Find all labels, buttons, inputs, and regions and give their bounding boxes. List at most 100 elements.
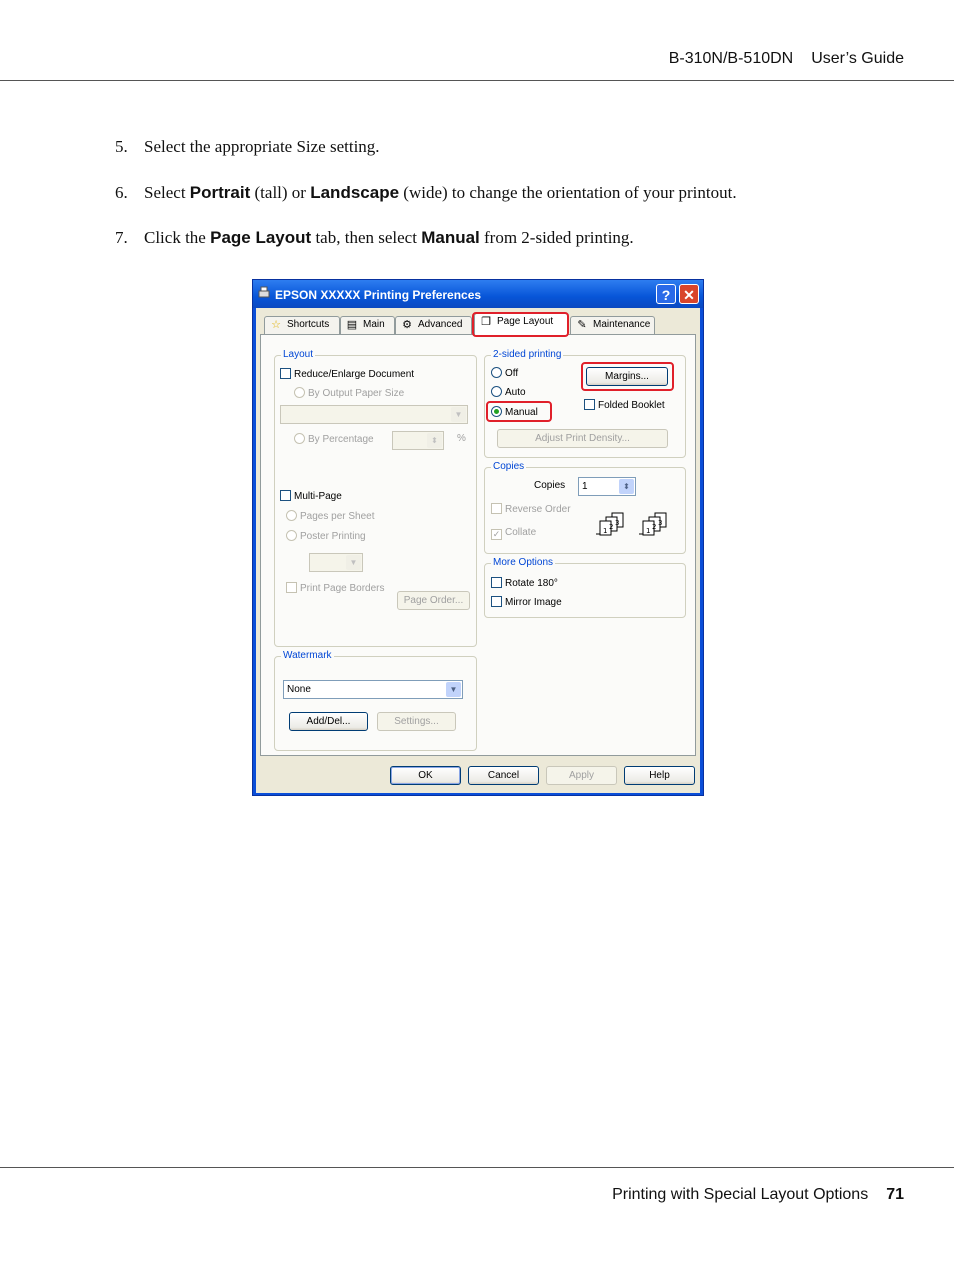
output-paper-select[interactable]: ▼	[280, 405, 468, 424]
tab-label: Main	[363, 319, 385, 330]
reverse-order-checkbox[interactable]: Reverse Order	[491, 503, 571, 515]
copies-label: Copies	[534, 480, 566, 491]
radio-label: By Output Paper Size	[308, 388, 405, 399]
pages-select[interactable]: ▼	[309, 553, 363, 572]
by-percentage-radio[interactable]: By Percentage	[294, 433, 374, 445]
step-number: 5.	[115, 137, 128, 156]
highlight-manual-option	[486, 401, 552, 422]
printer-icon	[258, 286, 270, 298]
svg-text:1: 1	[646, 527, 650, 535]
apply-button[interactable]: Apply	[546, 766, 617, 785]
group-label: Watermark	[281, 650, 334, 661]
printing-preferences-dialog: EPSON XXXXX Printing Preferences ? ✕ ☆ Sh…	[252, 279, 704, 796]
radio-circle	[286, 530, 297, 541]
pages-per-sheet-radio[interactable]: Pages per Sheet	[286, 510, 375, 522]
page-order-button[interactable]: Page Order...	[397, 591, 470, 610]
svg-text:3: 3	[658, 519, 662, 527]
group-label: Layout	[281, 349, 316, 360]
checkbox-label: Folded Booklet	[598, 400, 665, 411]
cancel-button[interactable]: Cancel	[468, 766, 539, 785]
checkbox-box	[584, 399, 595, 410]
svg-text:3: 3	[615, 519, 619, 527]
radio-label: Off	[505, 368, 519, 379]
mirror-image-checkbox[interactable]: Mirror Image	[491, 596, 562, 608]
svg-text:2: 2	[652, 523, 656, 531]
step-emphasis: Manual	[421, 228, 480, 247]
radio-circle	[491, 386, 502, 397]
copies-stepper[interactable]: 1 ⬍	[578, 477, 636, 496]
help-title-button[interactable]: ?	[656, 284, 676, 304]
step-7: 7. Click the Page Layout tab, then select…	[115, 228, 634, 248]
step-number: 7.	[115, 228, 128, 247]
running-header: B-310N/B-510DN User’s Guide	[669, 50, 904, 68]
by-output-paper-radio[interactable]: By Output Paper Size	[294, 387, 404, 399]
watermark-select[interactable]: None ▼	[283, 680, 463, 699]
step-text: Click the	[144, 228, 211, 247]
step-emphasis: Page Layout	[210, 228, 312, 247]
footer-section: Printing with Special Layout Options	[612, 1186, 869, 1203]
tab-label: Shortcuts	[287, 319, 330, 330]
percentage-stepper[interactable]: ⬍	[392, 431, 444, 450]
checkbox-label: Print Page Borders	[300, 583, 385, 594]
checkbox-label: Reduce/Enlarge Document	[294, 369, 415, 380]
poster-printing-radio[interactable]: Poster Printing	[286, 530, 366, 542]
checkbox-box	[491, 503, 502, 514]
rotate-180-checkbox[interactable]: Rotate 180°	[491, 577, 558, 589]
highlight-margins-button	[581, 362, 674, 391]
two-sided-auto-radio[interactable]: Auto	[491, 386, 526, 398]
page-layout-panel: Layout Reduce/Enlarge Document By Output…	[260, 334, 696, 756]
collate-pages-icon: 123	[639, 512, 667, 536]
checkbox-box	[491, 596, 502, 607]
gear-icon: ⚙	[402, 319, 412, 331]
collate-checkbox[interactable]: ✓ Collate	[491, 527, 536, 540]
svg-text:1: 1	[603, 527, 607, 535]
group-label: Copies	[491, 461, 527, 472]
printer-icon: ▤	[346, 319, 358, 331]
header-guide: User’s Guide	[811, 50, 904, 67]
ok-button[interactable]: OK	[390, 766, 461, 785]
wrench-icon: ✎	[577, 319, 587, 331]
radio-label: Poster Printing	[300, 531, 366, 542]
radio-circle	[294, 387, 305, 398]
print-page-borders-checkbox[interactable]: Print Page Borders	[286, 582, 385, 594]
spin-arrows-icon: ⬍	[427, 433, 442, 448]
checkbox-box	[286, 582, 297, 593]
help-button[interactable]: Help	[624, 766, 695, 785]
spin-arrows-icon: ⬍	[619, 479, 634, 494]
step-6: 6. Select Portrait (tall) or Landscape (w…	[115, 183, 737, 203]
add-del-button[interactable]: Add/Del...	[289, 712, 368, 731]
tab-advanced[interactable]: ⚙ Advanced	[395, 316, 472, 334]
checkbox-label: Reverse Order	[505, 504, 571, 515]
close-title-button[interactable]: ✕	[679, 284, 699, 304]
multi-page-checkbox[interactable]: Multi-Page	[280, 490, 342, 502]
tab-shortcuts[interactable]: ☆ Shortcuts	[264, 316, 340, 334]
tab-main[interactable]: ▤ Main	[340, 316, 395, 334]
tab-label: Maintenance	[593, 319, 651, 330]
checkbox-label: Rotate 180°	[505, 578, 558, 589]
group-label: More Options	[491, 557, 556, 568]
chevron-down-icon: ▼	[346, 555, 361, 570]
watermark-value: None	[287, 684, 311, 695]
checkbox-box: ✓	[491, 529, 502, 540]
page-number: 71	[886, 1186, 904, 1203]
tab-maintenance[interactable]: ✎ Maintenance	[570, 316, 655, 334]
folded-booklet-checkbox[interactable]: Folded Booklet	[584, 399, 665, 411]
checkbox-label: Multi-Page	[294, 491, 342, 502]
reduce-enlarge-checkbox[interactable]: Reduce/Enlarge Document	[280, 368, 414, 380]
step-emphasis: Portrait	[189, 183, 251, 202]
watermark-settings-button[interactable]: Settings...	[377, 712, 456, 731]
two-sided-off-radio[interactable]: Off	[491, 367, 518, 379]
chevron-down-icon: ▼	[451, 407, 466, 422]
star-icon: ☆	[271, 319, 281, 331]
checkbox-box	[280, 490, 291, 501]
checkbox-label: Collate	[505, 527, 537, 538]
header-model: B-310N/B-510DN	[668, 50, 794, 67]
running-footer: Printing with Special Layout Options 71	[612, 1186, 904, 1204]
adjust-print-density-button[interactable]: Adjust Print Density...	[497, 429, 668, 448]
footer-rule	[0, 1167, 954, 1168]
radio-label: By Percentage	[308, 434, 374, 445]
step-text: from 2-sided printing.	[479, 228, 634, 247]
checkbox-box	[491, 577, 502, 588]
dialog-title: EPSON XXXXX Printing Preferences	[275, 288, 482, 302]
radio-label: Pages per Sheet	[300, 511, 375, 522]
